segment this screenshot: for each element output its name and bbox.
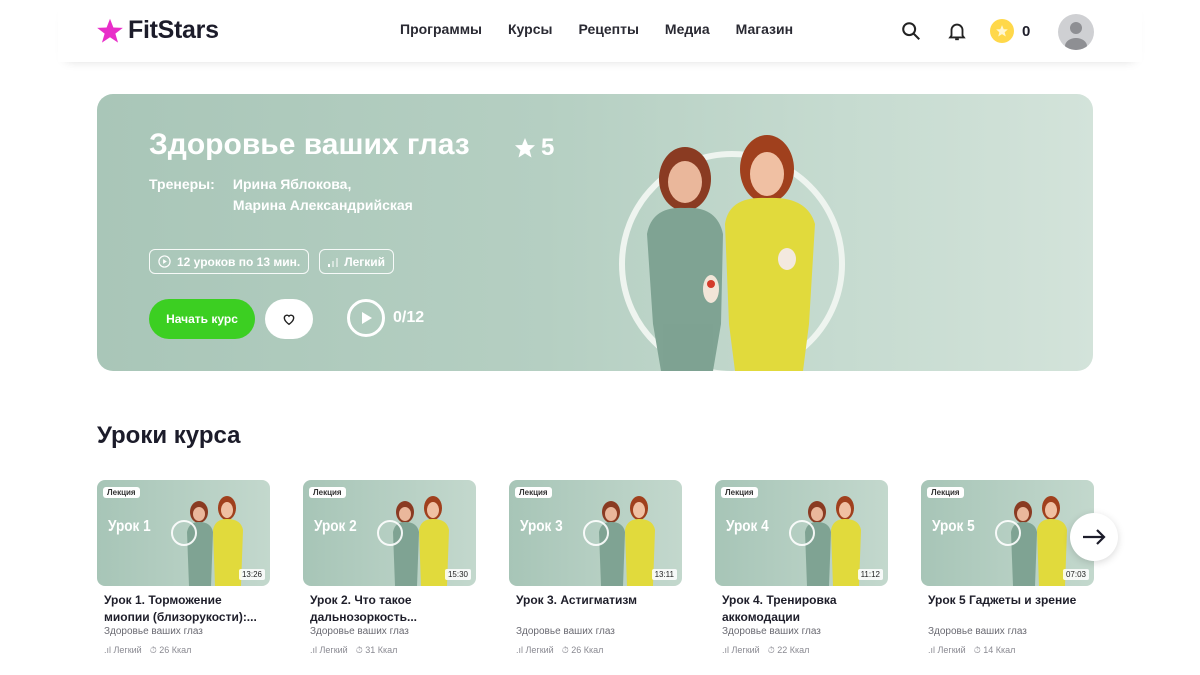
duration: 13:11 — [651, 569, 677, 580]
thumbnail-label: Урок 5 — [932, 518, 975, 535]
play-icon — [995, 520, 1021, 546]
star-logo-icon — [97, 18, 123, 43]
coin-count: 0 — [1022, 22, 1031, 40]
lesson-title[interactable]: Урок 3. Астигматизм — [509, 592, 682, 626]
level-tag: Легкий — [319, 249, 395, 274]
lecture-badge: Лекция — [309, 487, 346, 498]
lesson-meta: .ıl Легкий ⏱ 31 Ккал — [303, 645, 476, 656]
progress-value: 0/12 — [393, 309, 425, 326]
lessons-carousel: Лекция Урок 1 13:26 Урок 1. Торможение м… — [97, 480, 1094, 656]
logo-text: FitStars — [128, 16, 219, 44]
favorite-button[interactable] — [265, 299, 313, 339]
lesson-title[interactable]: Урок 2. Что такое дальнозоркость... — [303, 592, 476, 626]
lesson-meta: .ıl Легкий ⏱ 14 Ккал — [921, 645, 1094, 656]
lesson-thumbnail[interactable]: Лекция Урок 3 13:11 — [509, 480, 682, 586]
lesson-level: .ıl Легкий — [516, 645, 554, 655]
lesson-course: Здоровье ваших глаз — [722, 626, 821, 637]
play-icon — [583, 520, 609, 546]
lecture-badge: Лекция — [515, 487, 552, 498]
section-title: Уроки курса — [97, 422, 241, 449]
trainer-name: Марина Александрийская — [232, 197, 413, 213]
lesson-course: Здоровье ваших глаз — [104, 626, 203, 637]
lesson-card[interactable]: Лекция Урок 5 07:03 Урок 5 Гаджеты и зре… — [921, 480, 1094, 656]
nav-media[interactable]: Медиа — [665, 21, 710, 37]
nav-courses[interactable]: Курсы — [508, 21, 552, 37]
play-icon — [789, 520, 815, 546]
duration: 13:26 — [238, 569, 265, 580]
course-hero: Здоровье ваших глаз 5 Тренеры: Ирина Ябл… — [97, 94, 1093, 371]
thumbnail-label: Урок 1 — [108, 518, 151, 535]
avatar[interactable] — [1058, 14, 1094, 50]
trainers-photo — [619, 135, 845, 371]
arrow-right-icon — [1083, 529, 1106, 545]
lesson-title[interactable]: Урок 1. Торможение миопии (близорукости)… — [97, 592, 270, 626]
play-icon — [377, 520, 403, 546]
trainers-label: Тренеры: — [149, 176, 215, 192]
lesson-meta: .ıl Легкий ⏱ 26 Ккал — [97, 645, 270, 656]
lesson-kcal: ⏱ 26 Ккал — [149, 645, 192, 655]
lesson-title[interactable]: Урок 4. Тренировка аккомодации — [715, 592, 888, 626]
lesson-level: .ıl Легкий — [928, 645, 966, 655]
lessons-tag: 12 уроков по 13 мин. — [149, 249, 310, 274]
lesson-kcal: ⏱ 26 Ккал — [561, 645, 604, 655]
rating-value: 5 — [541, 134, 555, 161]
lesson-thumbnail[interactable]: Лекция Урок 2 15:30 — [303, 480, 476, 586]
lesson-level: .ıl Легкий — [310, 645, 348, 655]
user-icon — [1065, 22, 1087, 50]
lecture-badge: Лекция — [927, 487, 964, 498]
lesson-meta: .ıl Легкий ⏱ 26 Ккал — [509, 645, 682, 656]
lesson-card[interactable]: Лекция Урок 1 13:26 Урок 1. Торможение м… — [97, 480, 270, 656]
course-tags: 12 уроков по 13 мин. Легкий — [149, 249, 395, 274]
course-progress[interactable]: 0/12 — [347, 299, 424, 337]
lesson-meta: .ıl Легкий ⏱ 22 Ккал — [715, 645, 888, 656]
nav-recipes[interactable]: Рецепты — [578, 21, 638, 37]
lesson-thumbnail[interactable]: Лекция Урок 4 11:12 — [715, 480, 888, 586]
lesson-kcal: ⏱ 14 Ккал — [973, 645, 1016, 655]
lesson-card[interactable]: Лекция Урок 4 11:12 Урок 4. Тренировка а… — [715, 480, 888, 656]
main-nav: Программы Курсы Рецепты Медиа Магазин — [400, 21, 793, 37]
lecture-badge: Лекция — [721, 487, 758, 498]
coin-star-icon — [990, 19, 1014, 43]
lecture-badge: Лекция — [103, 487, 140, 498]
bell-icon[interactable] — [946, 20, 968, 42]
coins-balance[interactable]: 0 — [990, 19, 1030, 43]
heart-icon — [283, 314, 295, 326]
carousel-next-button[interactable] — [1070, 513, 1118, 561]
play-circle-icon — [158, 255, 171, 268]
duration: 15:30 — [444, 569, 471, 580]
level-bars-icon — [328, 257, 339, 267]
thumbnail-label: Урок 4 — [726, 518, 769, 535]
lesson-level: .ıl Легкий — [722, 645, 760, 655]
course-rating: 5 — [513, 134, 554, 162]
lesson-title[interactable]: Урок 5 Гаджеты и зрение — [921, 592, 1094, 626]
thumbnail-label: Урок 2 — [314, 518, 357, 535]
duration: 07:03 — [1062, 569, 1089, 580]
start-course-button[interactable]: Начать курс — [149, 299, 255, 339]
nav-shop[interactable]: Магазин — [736, 21, 793, 37]
duration: 11:12 — [857, 569, 883, 580]
lesson-course: Здоровье ваших глаз — [310, 626, 409, 637]
lesson-level: .ıl Легкий — [104, 645, 142, 655]
lesson-course: Здоровье ваших глаз — [928, 626, 1027, 637]
top-header: FitStars Программы Курсы Рецепты Медиа М… — [58, 0, 1142, 62]
play-icon — [347, 299, 385, 337]
search-icon[interactable] — [900, 20, 922, 42]
trainer-name: Ирина Яблокова, — [232, 176, 352, 192]
logo[interactable]: FitStars — [96, 16, 219, 45]
thumbnail-label: Урок 3 — [520, 518, 563, 535]
lesson-card[interactable]: Лекция Урок 3 13:11 Урок 3. Астигматизм … — [509, 480, 682, 656]
lesson-course: Здоровье ваших глаз — [516, 626, 615, 637]
trainers: Тренеры: Ирина Яблокова, Марина Александ… — [149, 174, 413, 216]
course-title: Здоровье ваших глаз — [149, 128, 470, 161]
lesson-kcal: ⏱ 22 Ккал — [767, 645, 810, 655]
lesson-thumbnail[interactable]: Лекция Урок 1 13:26 — [97, 480, 270, 586]
star-icon — [515, 138, 535, 158]
play-icon — [171, 520, 197, 546]
nav-programs[interactable]: Программы — [400, 21, 482, 37]
lesson-card[interactable]: Лекция Урок 2 15:30 Урок 2. Что такое да… — [303, 480, 476, 656]
lesson-kcal: ⏱ 31 Ккал — [355, 645, 398, 655]
lesson-thumbnail[interactable]: Лекция Урок 5 07:03 — [921, 480, 1094, 586]
